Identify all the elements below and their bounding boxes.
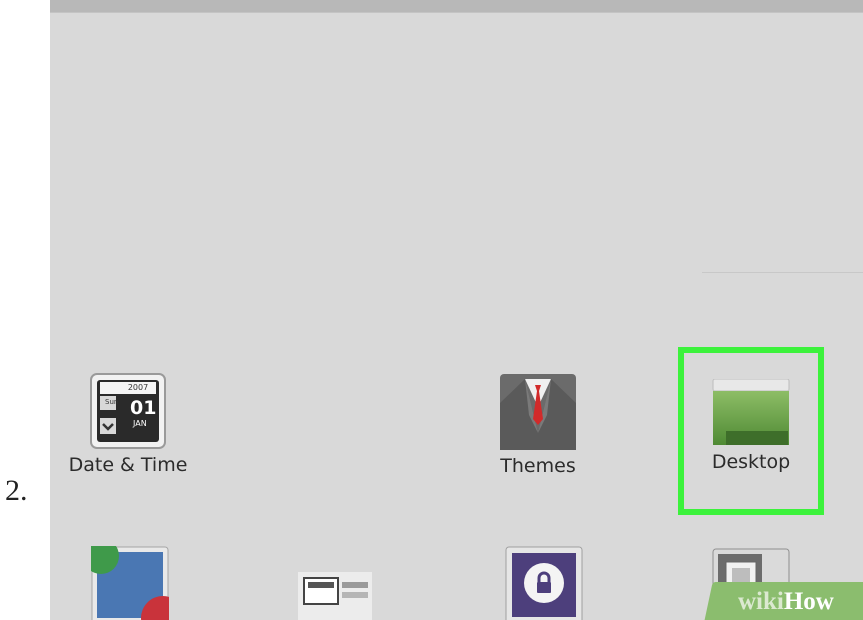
desktop-highlight-box	[678, 347, 824, 515]
window-top-bar	[50, 0, 863, 13]
app-label: Themes	[500, 455, 576, 477]
step-number: 2.	[5, 474, 28, 507]
app-label: Date & Time	[68, 454, 188, 476]
window-tiles-icon[interactable]	[298, 572, 372, 620]
watermark-how: How	[783, 588, 834, 615]
system-settings-panel: Date & Time 2007 Sun 01 JAN Themes Deskt…	[50, 0, 863, 620]
watermark-wiki: wiki	[738, 588, 784, 615]
calendar-weekday: Sun	[105, 398, 119, 406]
themes-icon	[500, 374, 576, 450]
lock-screen-icon[interactable]	[505, 546, 583, 620]
calendar-year: 2007	[127, 383, 149, 392]
calendar-month: JAN	[133, 419, 147, 428]
section-divider	[702, 272, 863, 273]
color-icon[interactable]	[91, 546, 169, 620]
calendar-day: 01	[130, 397, 157, 419]
app-themes[interactable]: Themes	[468, 373, 608, 477]
watermark-text: wikiHow	[738, 588, 834, 616]
